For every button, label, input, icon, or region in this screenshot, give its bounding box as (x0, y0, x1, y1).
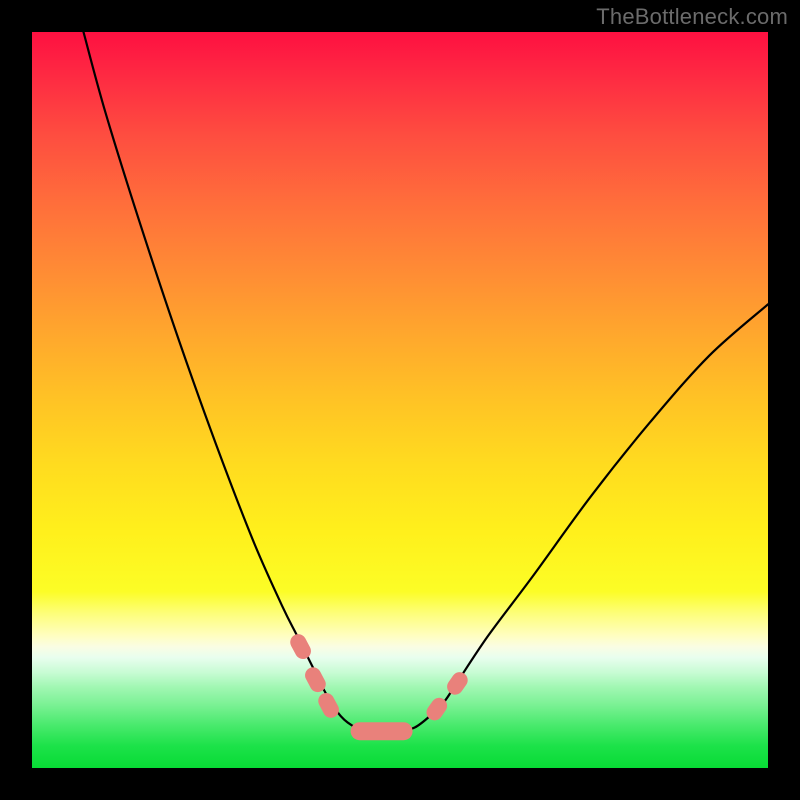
chart-frame: TheBottleneck.com (0, 0, 800, 800)
curve-marker (351, 722, 413, 740)
chart-svg (32, 32, 768, 768)
bottleneck-curve (84, 32, 769, 731)
plot-area (32, 32, 768, 768)
watermark-text: TheBottleneck.com (596, 4, 788, 30)
curve-marker (315, 690, 341, 720)
markers-group (287, 631, 470, 740)
curve-marker (444, 669, 471, 698)
curve-marker (287, 631, 313, 661)
